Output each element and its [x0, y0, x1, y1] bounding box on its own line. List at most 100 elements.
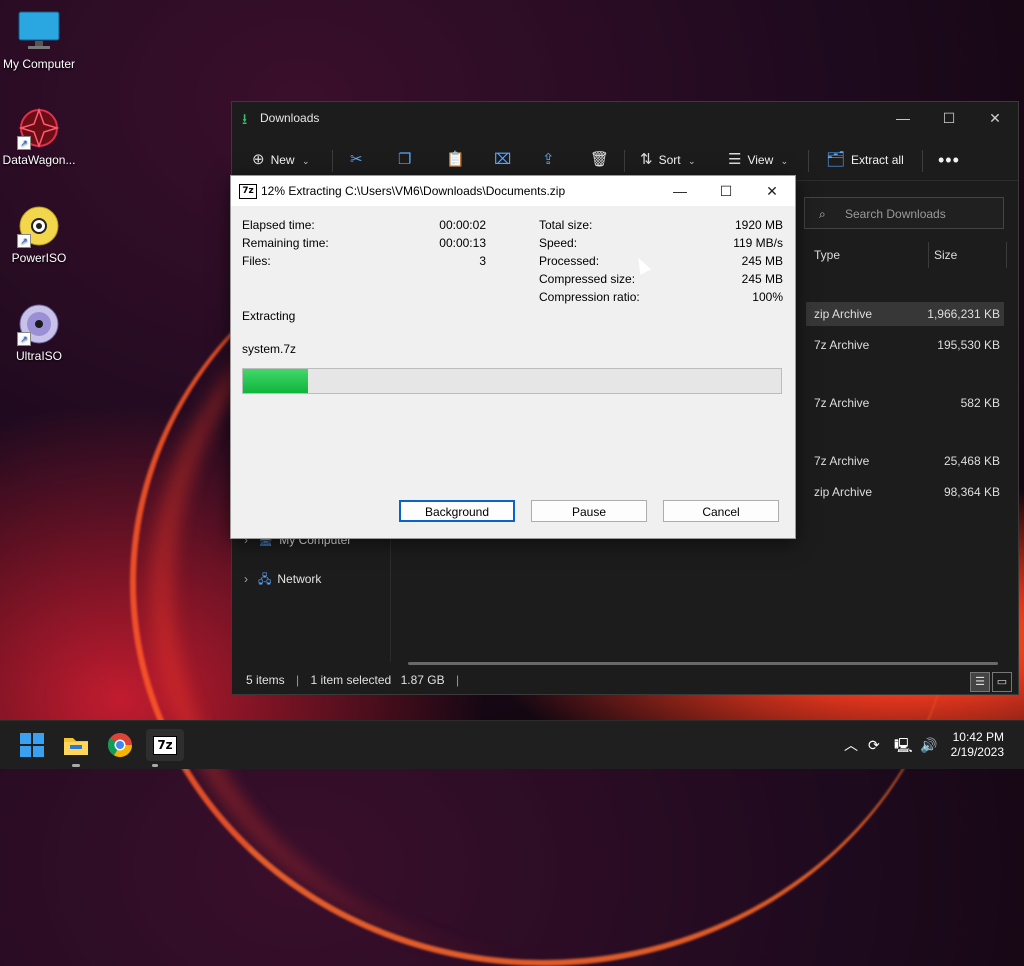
view-label: View: [747, 153, 774, 167]
file-row[interactable]: zip Archive 98,364 KB: [806, 480, 1004, 504]
horizontal-scrollbar[interactable]: [408, 662, 998, 665]
explorer-titlebar[interactable]: ⭳ Downloads — ☐ ✕: [232, 102, 1018, 134]
cut-button[interactable]: ✂: [350, 148, 369, 172]
status-selected: 1 item selected: [310, 673, 392, 687]
share-button[interactable]: ⇪: [542, 148, 561, 172]
file-explorer-taskbar-button[interactable]: [60, 729, 92, 767]
chrome-taskbar-button[interactable]: [104, 729, 136, 761]
view-button[interactable]: ☰ View ⌄: [728, 148, 788, 172]
file-row[interactable]: 7z Archive 582 KB: [806, 391, 1004, 415]
download-icon: ⭳: [242, 111, 248, 128]
delete-button[interactable]: 🗑: [590, 148, 615, 172]
status-divider: |: [296, 673, 300, 687]
dialog-maximize-button[interactable]: ☐: [703, 176, 749, 206]
paste-button[interactable]: 📋: [446, 148, 471, 172]
poweriso-disc-icon: ↗: [17, 204, 61, 248]
stat-label: Compression ratio:: [539, 290, 640, 304]
windows-logo-icon: [20, 733, 44, 757]
background-button[interactable]: Background: [399, 500, 515, 522]
taskbar: 7z ︿ ⟳ 🖳 🔊 10:42 PM 2/19/2023: [0, 720, 1024, 769]
scissors-icon: ✂: [350, 151, 363, 168]
minimize-button[interactable]: —: [880, 102, 926, 134]
file-type: 7z Archive: [814, 454, 870, 468]
taskbar-clock[interactable]: 10:42 PM 2/19/2023: [951, 730, 1004, 760]
tiles-view-button[interactable]: ▭: [992, 672, 1012, 692]
rename-icon: ⌧: [494, 151, 512, 168]
copy-button[interactable]: ❐: [398, 148, 417, 172]
stat-label: Processed:: [539, 254, 600, 268]
current-file-label: system.7z: [242, 342, 297, 356]
more-options-button[interactable]: •••: [938, 148, 960, 172]
dialog-minimize-button[interactable]: —: [657, 176, 703, 206]
stat-value: 3: [479, 254, 486, 268]
dialog-close-button[interactable]: ✕: [749, 176, 795, 206]
file-size: 98,364 KB: [943, 485, 1000, 499]
stat-value: 100%: [752, 290, 783, 304]
shortcut-arrow-icon: ↗: [17, 234, 31, 248]
monitor-icon: [17, 10, 61, 54]
desktop-icon-poweriso[interactable]: ↗ PowerISO: [0, 204, 78, 265]
ultraiso-disc-icon: ↗: [17, 302, 61, 346]
file-type: 7z Archive: [814, 338, 870, 352]
toolbar-divider: [332, 150, 333, 172]
tiles-view-icon: ▭: [996, 676, 1008, 688]
chevron-down-icon: ⌄: [301, 156, 310, 166]
running-indicator: [72, 764, 80, 767]
sort-arrows-icon: ⇅: [640, 151, 653, 168]
stat-value: 00:00:02: [439, 218, 486, 232]
status-item-count: 5 items: [246, 673, 285, 687]
start-button[interactable]: [16, 729, 48, 761]
desktop-icon-my-computer[interactable]: My Computer: [0, 10, 78, 71]
7zip-logo-icon: 7z: [239, 184, 257, 199]
sync-status-icon[interactable]: ⟳: [868, 721, 880, 769]
stat-value: 245 MB: [741, 254, 783, 268]
cancel-button[interactable]: Cancel: [663, 500, 779, 522]
toolbar-divider: [624, 150, 625, 172]
stat-label: Elapsed time:: [242, 218, 315, 232]
file-size: 1,966,231 KB: [927, 307, 1000, 321]
desktop-icon-datawagon[interactable]: ↗ DataWagon...: [0, 106, 78, 167]
search-input[interactable]: ⌕ Search Downloads: [804, 197, 1004, 229]
file-type: zip Archive: [814, 485, 873, 499]
copy-icon: ❐: [398, 151, 412, 168]
stat-label: Files:: [242, 254, 271, 268]
dialog-titlebar[interactable]: 7z 12% Extracting C:\Users\VM6\Downloads…: [231, 176, 795, 206]
stat-value: 245 MB: [741, 272, 783, 286]
nav-item-network[interactable]: › 🖧 Network: [244, 568, 321, 590]
operation-label: Extracting: [242, 309, 296, 323]
list-view-icon: ☰: [728, 151, 742, 168]
file-row[interactable]: 7z Archive 25,468 KB: [806, 449, 1004, 473]
file-row[interactable]: zip Archive 1,966,231 KB: [806, 302, 1004, 326]
pause-button[interactable]: Pause: [531, 500, 647, 522]
details-view-icon: ☰: [975, 676, 985, 688]
network-icon: 🖧: [258, 572, 272, 586]
status-divider: |: [455, 673, 460, 687]
7zip-taskbar-button[interactable]: 7z: [146, 729, 184, 767]
show-hidden-icons-button[interactable]: ︿: [844, 721, 858, 769]
extract-all-button[interactable]: 🗂 Extract all: [826, 148, 904, 172]
rename-button[interactable]: ⌧: [494, 148, 517, 172]
clipboard-icon: 📋: [446, 151, 465, 168]
shortcut-arrow-icon: ↗: [17, 136, 31, 150]
status-bar: 5 items | 1 item selected 1.87 GB |: [246, 670, 459, 690]
details-view-button[interactable]: ☰: [970, 672, 990, 692]
chevron-down-icon: ⌄: [780, 156, 789, 166]
maximize-button[interactable]: ☐: [926, 102, 972, 134]
chevron-right-icon: ›: [244, 572, 248, 586]
file-row[interactable]: 7z Archive 195,530 KB: [806, 333, 1004, 357]
desktop-icon-ultraiso[interactable]: ↗ UltraISO: [0, 302, 78, 363]
nav-label: Network: [277, 572, 322, 586]
file-size: 582 KB: [960, 396, 1000, 410]
desktop-icon-label: PowerISO: [11, 251, 67, 265]
new-button[interactable]: ⊕ New ⌄: [252, 148, 309, 172]
file-size: 195,530 KB: [937, 338, 1000, 352]
volume-icon[interactable]: 🔊: [920, 721, 937, 769]
plus-circle-icon: ⊕: [252, 151, 265, 168]
close-button[interactable]: ✕: [972, 102, 1018, 134]
column-header-size[interactable]: Size: [934, 242, 957, 268]
network-status-icon[interactable]: 🖳: [894, 721, 913, 769]
column-header-type[interactable]: Type: [814, 242, 840, 268]
sort-button[interactable]: ⇅ Sort ⌄: [640, 148, 695, 172]
stat-label: Speed:: [539, 236, 578, 250]
stat-value: 00:00:13: [439, 236, 486, 250]
